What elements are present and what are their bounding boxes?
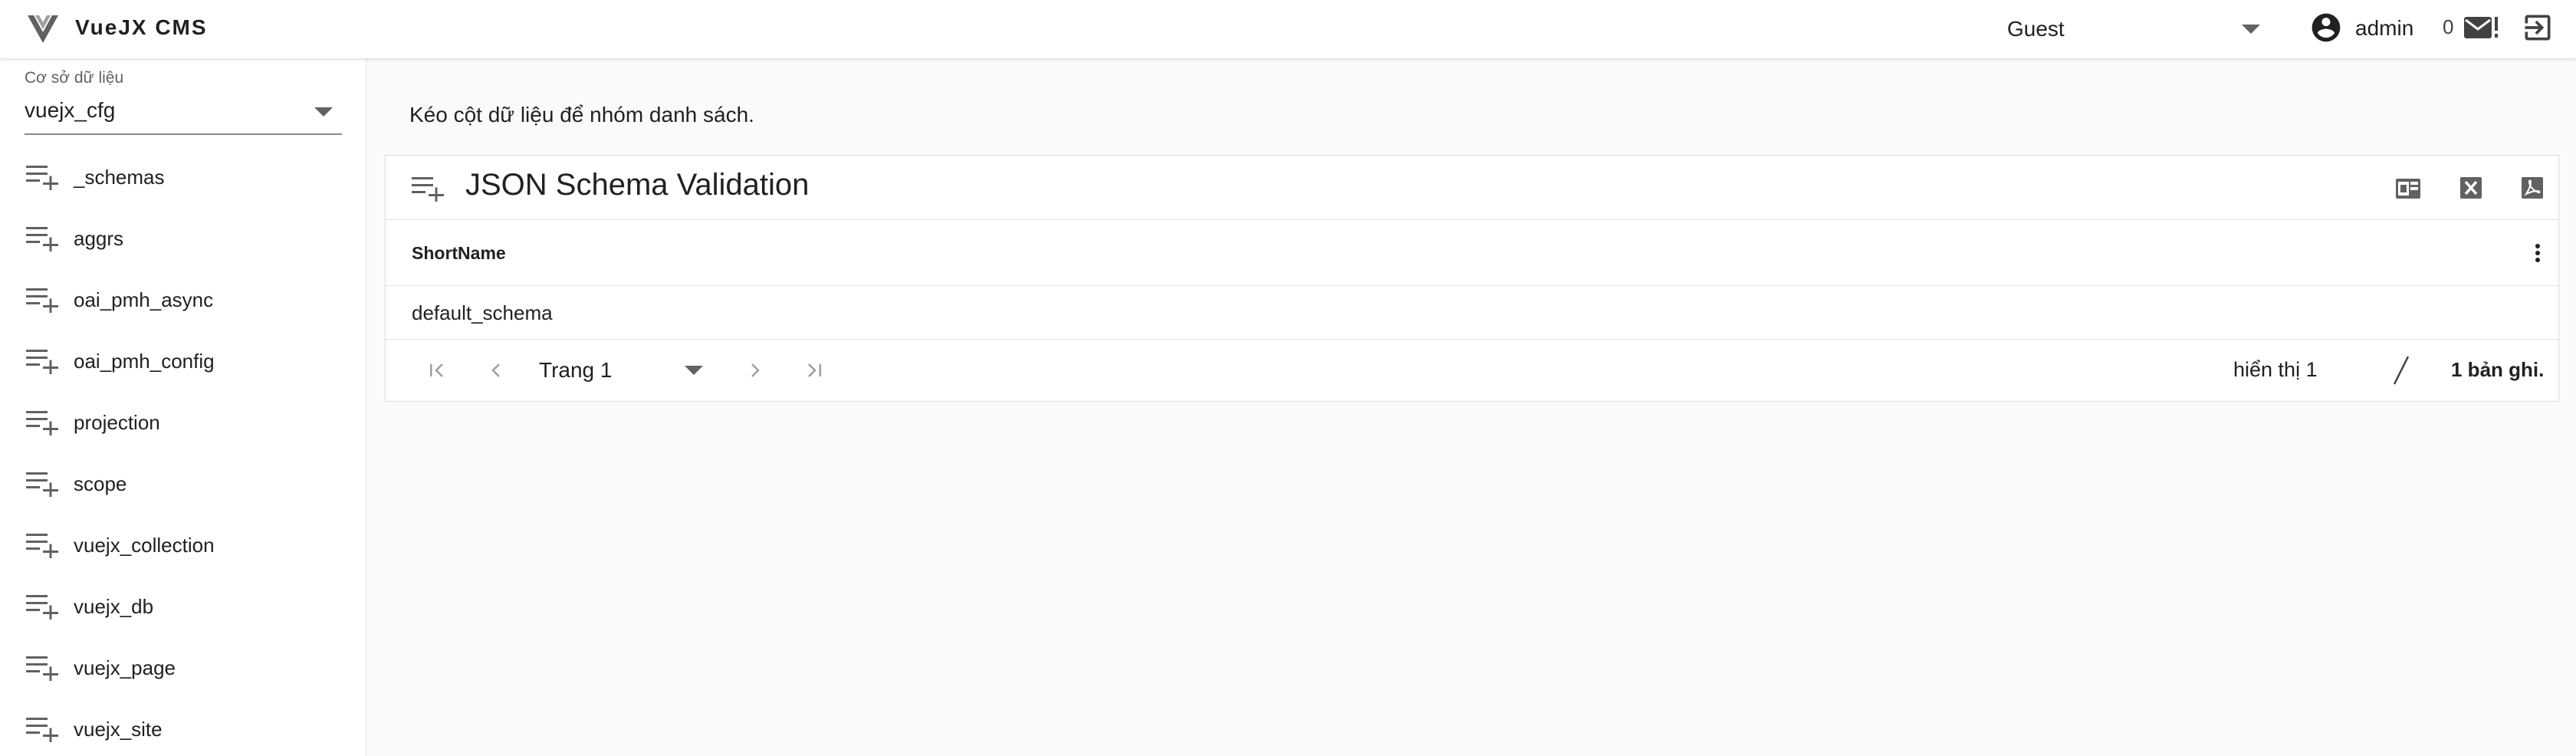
- playlist-add-icon: [26, 348, 58, 374]
- chevron-down-icon: [314, 107, 333, 117]
- previous-page-icon[interactable]: [481, 355, 511, 386]
- sidebar-item-label: vuejx_site: [74, 718, 163, 741]
- database-label: Cơ sở dữ liệu: [25, 69, 124, 87]
- sidebar-item-label: oai_pmh_async: [74, 288, 214, 311]
- playlist-add-icon: [26, 655, 58, 681]
- collection-list: _schemas aggrs oai_pmh_async oai_pmh_con…: [0, 146, 366, 756]
- app-title: VueJX CMS: [75, 15, 208, 39]
- column-header-shortname[interactable]: ShortName: [412, 243, 506, 264]
- playlist-add-icon: [26, 225, 58, 251]
- database-select[interactable]: vuejx_cfg: [25, 92, 342, 135]
- playlist-add-icon: [26, 716, 58, 742]
- account-circle-icon[interactable]: [2309, 11, 2343, 44]
- card-export-icon[interactable]: [2393, 173, 2423, 203]
- sidebar-item-vuejx-collection[interactable]: vuejx_collection: [0, 514, 366, 575]
- sidebar-item-label: vuejx_collection: [74, 534, 215, 557]
- playlist-add-icon: [26, 532, 58, 558]
- chevron-down-icon: [2242, 25, 2260, 34]
- sidebar-item-vuejx-db[interactable]: vuejx_db: [0, 575, 366, 636]
- user-name[interactable]: admin: [2355, 16, 2413, 41]
- mail-count: 0: [2443, 15, 2454, 38]
- data-grid-panel: JSON Schema Validation ShortName default…: [385, 155, 2559, 402]
- sidebar-item-vuejx-site[interactable]: vuejx_site: [0, 698, 366, 756]
- more-vertical-icon[interactable]: [2526, 240, 2549, 266]
- table-header-row: ShortName: [386, 220, 2558, 286]
- mail-alert-icon[interactable]: [2463, 12, 2501, 43]
- sidebar-item-label: projection: [74, 411, 160, 434]
- chevron-down-icon: [685, 366, 703, 375]
- sidebar-item-label: oai_pmh_config: [74, 350, 215, 373]
- playlist-add-icon: [26, 471, 58, 497]
- sidebar-item-label: scope: [74, 472, 127, 495]
- group-by-hint: Kéo cột dữ liệu để nhóm danh sách.: [409, 103, 754, 127]
- panel-title: JSON Schema Validation: [465, 168, 810, 202]
- sidebar-item-oai-pmh-config[interactable]: oai_pmh_config: [0, 330, 366, 391]
- first-page-icon[interactable]: [422, 355, 453, 386]
- logout-icon[interactable]: [2521, 11, 2555, 44]
- panel-header: JSON Schema Validation: [386, 156, 2558, 220]
- sidebar-item-schemas[interactable]: _schemas: [0, 146, 366, 207]
- table-row[interactable]: default_schema: [386, 286, 2558, 340]
- sidebar-item-label: _schemas: [74, 166, 165, 189]
- display-count: hiển thị 1: [2233, 358, 2318, 381]
- top-app-bar: VueJX CMS Guest admin 0: [0, 0, 2576, 58]
- sidebar-item-projection[interactable]: projection: [0, 391, 366, 452]
- role-select[interactable]: Guest: [2007, 11, 2268, 48]
- sidebar-item-label: vuejx_page: [74, 656, 176, 679]
- divider-slash: [2390, 353, 2413, 387]
- table-cell-shortname: default_schema: [412, 301, 553, 324]
- playlist-add-icon: [26, 593, 58, 620]
- sidebar-item-aggrs[interactable]: aggrs: [0, 207, 366, 268]
- excel-icon[interactable]: [2456, 173, 2486, 203]
- sidebar: Cơ sở dữ liệu vuejx_cfg _schemas aggrs o…: [0, 58, 366, 756]
- sidebar-item-label: vuejx_db: [74, 595, 154, 618]
- database-value: vuejx_cfg: [25, 98, 116, 122]
- playlist-add-icon: [26, 164, 58, 190]
- playlist-add-icon[interactable]: [412, 176, 444, 202]
- sidebar-item-label: aggrs: [74, 227, 124, 250]
- total-records: 1 bản ghi.: [2451, 358, 2545, 381]
- playlist-add-icon: [26, 409, 58, 436]
- sidebar-item-scope[interactable]: scope: [0, 452, 366, 514]
- next-page-icon[interactable]: [740, 355, 770, 386]
- sidebar-item-oai-pmh-async[interactable]: oai_pmh_async: [0, 268, 366, 330]
- pagination-bar: Trang 1 hiển thị 1 1 bản ghi.: [386, 340, 2558, 403]
- playlist-add-icon: [26, 287, 58, 313]
- sidebar-item-vuejx-page[interactable]: vuejx_page: [0, 636, 366, 698]
- pdf-icon[interactable]: [2517, 173, 2548, 203]
- vuejx-logo-icon[interactable]: [26, 14, 60, 44]
- last-page-icon[interactable]: [798, 355, 829, 386]
- page-select-value: Trang 1: [539, 358, 613, 382]
- role-value: Guest: [2007, 17, 2065, 41]
- page-select[interactable]: Trang 1: [539, 352, 708, 389]
